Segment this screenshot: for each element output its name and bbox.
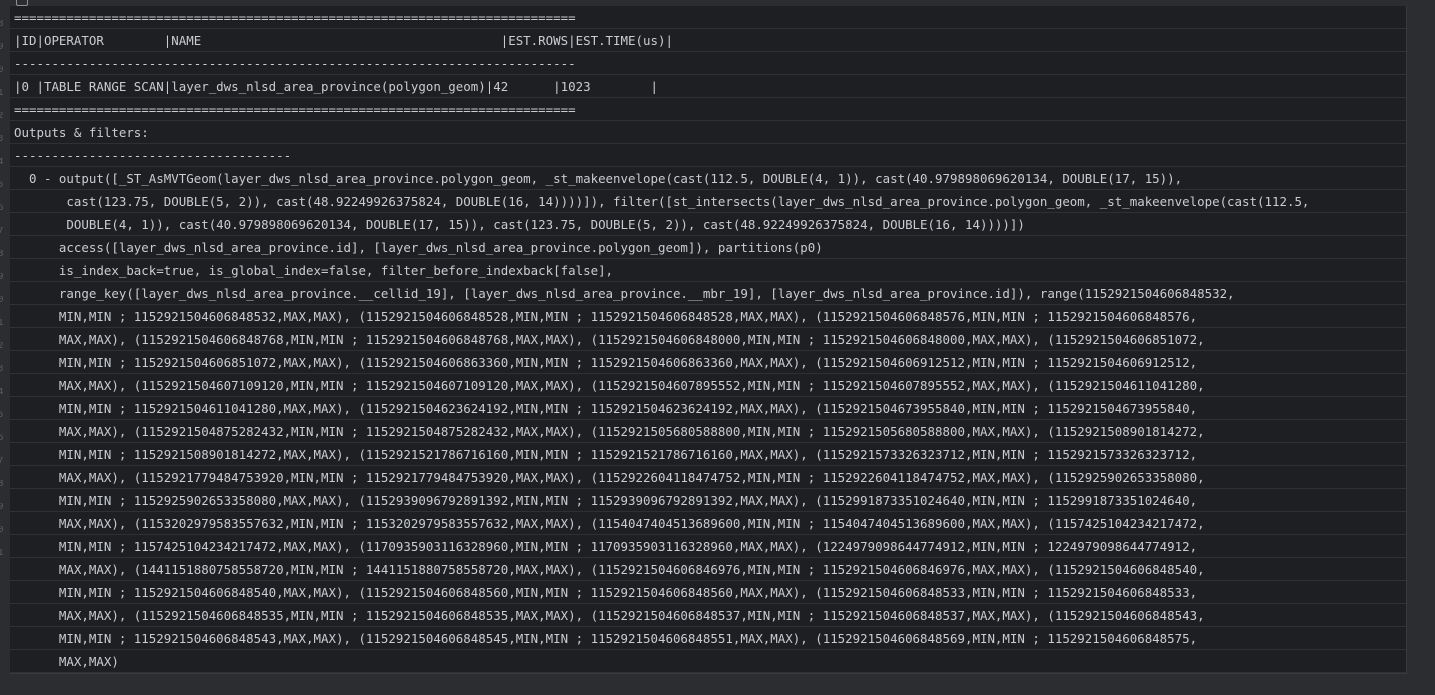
gutter-line-number: 9 xyxy=(0,273,4,282)
plan-line: MAX,MAX), (1152921504875282432,MIN,MIN ;… xyxy=(10,420,1406,443)
plan-line-text: MIN,MIN ; 1152925902653358080,MAX,MAX), … xyxy=(14,493,1198,508)
gutter-line-number: 8 xyxy=(0,480,4,489)
plan-line-text: ------------------------------------- xyxy=(14,148,292,163)
plan-line-text: ========================================… xyxy=(14,102,576,117)
right-side-strip xyxy=(1408,6,1435,674)
plan-line: Outputs & filters: xyxy=(10,121,1406,144)
plan-line: 0 - output([_ST_AsMVTGeom(layer_dws_nlsd… xyxy=(10,167,1406,190)
plan-line-text: MIN,MIN ; 1152921504606848540,MAX,MAX), … xyxy=(14,585,1198,600)
plan-line: |ID|OPERATOR |NAME |EST.ROWS|EST.TIME(us… xyxy=(10,29,1406,52)
plan-line-text: MIN,MIN ; 1157425104234217472,MAX,MAX), … xyxy=(14,539,1198,554)
gutter-line-number: 0 xyxy=(0,296,4,305)
gutter-line-number: 8 xyxy=(0,20,4,29)
plan-line: ------------------------------------- xyxy=(10,144,1406,167)
plan-line-text: MAX,MAX), (1441151880758558720,MIN,MIN ;… xyxy=(14,562,1205,577)
plan-line-text: MAX,MAX) xyxy=(14,654,119,669)
plan-line-text: |ID|OPERATOR |NAME |EST.ROWS|EST.TIME(us… xyxy=(14,33,673,48)
gutter-line-number: 9 xyxy=(0,43,4,52)
gutter-line-number: 1 xyxy=(0,319,4,328)
gutter-line-number: 5 xyxy=(0,411,4,420)
plan-line-text: Outputs & filters: xyxy=(14,125,149,140)
plan-line: DOUBLE(4, 1)), cast(40.979898069620134, … xyxy=(10,213,1406,236)
plan-line-text: ----------------------------------------… xyxy=(14,56,576,71)
plan-line: |0 |TABLE RANGE SCAN|layer_dws_nlsd_area… xyxy=(10,75,1406,98)
plan-line: MIN,MIN ; 1152921504606848540,MAX,MAX), … xyxy=(10,581,1406,604)
gutter-line-number: 7 xyxy=(0,227,4,236)
plan-line-text: MAX,MAX), (1152921504607109120,MIN,MIN ;… xyxy=(14,378,1205,393)
gutter-line-number: 0 xyxy=(0,66,4,75)
line-number-gutter: 8 9 0 1 2 3 4 5 6 7 8 9 0 1 2 3 4 5 6 7 8 9 0 1 xyxy=(0,6,10,674)
gutter-line-number: 4 xyxy=(0,388,4,397)
bottom-status-strip xyxy=(0,674,1435,695)
plan-line: MIN,MIN ; 1152921504611041280,MAX,MAX), … xyxy=(10,397,1406,420)
plan-line: MAX,MAX), (1152921779484753920,MIN,MIN ;… xyxy=(10,466,1406,489)
plan-line: MIN,MIN ; 1152925902653358080,MAX,MAX), … xyxy=(10,489,1406,512)
plan-line-text: MIN,MIN ; 1152921504606848543,MAX,MAX), … xyxy=(14,631,1198,646)
plan-line: MIN,MIN ; 1152921504606848532,MAX,MAX), … xyxy=(10,305,1406,328)
plan-line-text: range_key([layer_dws_nlsd_area_province.… xyxy=(14,286,1235,301)
plan-line: MIN,MIN ; 1152921504606851072,MAX,MAX), … xyxy=(10,351,1406,374)
plan-output-panel[interactable]: ========================================… xyxy=(10,6,1407,674)
plan-line: MAX,MAX), (1152921504606848768,MIN,MIN ;… xyxy=(10,328,1406,351)
plan-line: ========================================… xyxy=(10,98,1406,121)
plan-line-text: |0 |TABLE RANGE SCAN|layer_dws_nlsd_area… xyxy=(14,79,658,94)
gutter-line-number: 4 xyxy=(0,158,4,167)
gutter-line-number: 9 xyxy=(0,503,4,512)
plan-line: MAX,MAX), (1152921504606848535,MIN,MIN ;… xyxy=(10,604,1406,627)
gutter-line-number: 6 xyxy=(0,204,4,213)
gutter-line-number: 1 xyxy=(0,549,4,558)
plan-line: MAX,MAX) xyxy=(10,650,1406,673)
plan-line-text: MIN,MIN ; 1152921504606851072,MAX,MAX), … xyxy=(14,355,1198,370)
plan-line: MIN,MIN ; 1157425104234217472,MAX,MAX), … xyxy=(10,535,1406,558)
plan-line: MAX,MAX), (1441151880758558720,MIN,MIN ;… xyxy=(10,558,1406,581)
gutter-line-number: 3 xyxy=(0,365,4,374)
plan-line-text: MAX,MAX), (1152921504606848768,MIN,MIN ;… xyxy=(14,332,1205,347)
gutter-line-number: 5 xyxy=(0,181,4,190)
plan-line-text: MAX,MAX), (1152921504875282432,MIN,MIN ;… xyxy=(14,424,1205,439)
plan-line-text: is_index_back=true, is_global_index=fals… xyxy=(14,263,614,278)
gutter-line-number: 7 xyxy=(0,457,4,466)
plan-line: access([layer_dws_nlsd_area_province.id]… xyxy=(10,236,1406,259)
plan-line-text: MAX,MAX), (1152921779484753920,MIN,MIN ;… xyxy=(14,470,1205,485)
plan-line-text: cast(123.75, DOUBLE(5, 2)), cast(48.9224… xyxy=(14,194,1310,209)
gutter-line-number: 1 xyxy=(0,89,4,98)
plan-line-text: DOUBLE(4, 1)), cast(40.979898069620134, … xyxy=(14,217,1025,232)
plan-line-text: MAX,MAX), (1153202979583557632,MIN,MIN ;… xyxy=(14,516,1205,531)
plan-line: is_index_back=true, is_global_index=fals… xyxy=(10,259,1406,282)
plan-line: ----------------------------------------… xyxy=(10,52,1406,75)
plan-line: ========================================… xyxy=(10,6,1406,29)
plan-line-text: 0 - output([_ST_AsMVTGeom(layer_dws_nlsd… xyxy=(14,171,1183,186)
plan-line-text: access([layer_dws_nlsd_area_province.id]… xyxy=(14,240,823,255)
plan-line-text: MIN,MIN ; 1152921504611041280,MAX,MAX), … xyxy=(14,401,1198,416)
plan-line: cast(123.75, DOUBLE(5, 2)), cast(48.9224… xyxy=(10,190,1406,213)
query-plan-viewer: 8 9 0 1 2 3 4 5 6 7 8 9 0 1 2 3 4 5 6 7 8 9 0 1 ===============… xyxy=(0,0,1435,695)
plan-line: range_key([layer_dws_nlsd_area_province.… xyxy=(10,282,1406,305)
gutter-line-number: 8 xyxy=(0,250,4,259)
gutter-line-number: 0 xyxy=(0,526,4,535)
plan-line-text: MIN,MIN ; 1152921504606848532,MAX,MAX), … xyxy=(14,309,1198,324)
gutter-line-number: 3 xyxy=(0,135,4,144)
gutter-line-number: 2 xyxy=(0,342,4,351)
plan-line: MIN,MIN ; 1152921508901814272,MAX,MAX), … xyxy=(10,443,1406,466)
plan-line-text: MAX,MAX), (1152921504606848535,MIN,MIN ;… xyxy=(14,608,1205,623)
gutter-line-number: 6 xyxy=(0,434,4,443)
plan-line-text: MIN,MIN ; 1152921508901814272,MAX,MAX), … xyxy=(14,447,1198,462)
plan-line: MIN,MIN ; 1152921504606848543,MAX,MAX), … xyxy=(10,627,1406,650)
plan-line: MAX,MAX), (1152921504607109120,MIN,MIN ;… xyxy=(10,374,1406,397)
plan-line-text: ========================================… xyxy=(14,10,576,25)
plan-line: MAX,MAX), (1153202979583557632,MIN,MIN ;… xyxy=(10,512,1406,535)
gutter-line-number: 2 xyxy=(0,112,4,121)
